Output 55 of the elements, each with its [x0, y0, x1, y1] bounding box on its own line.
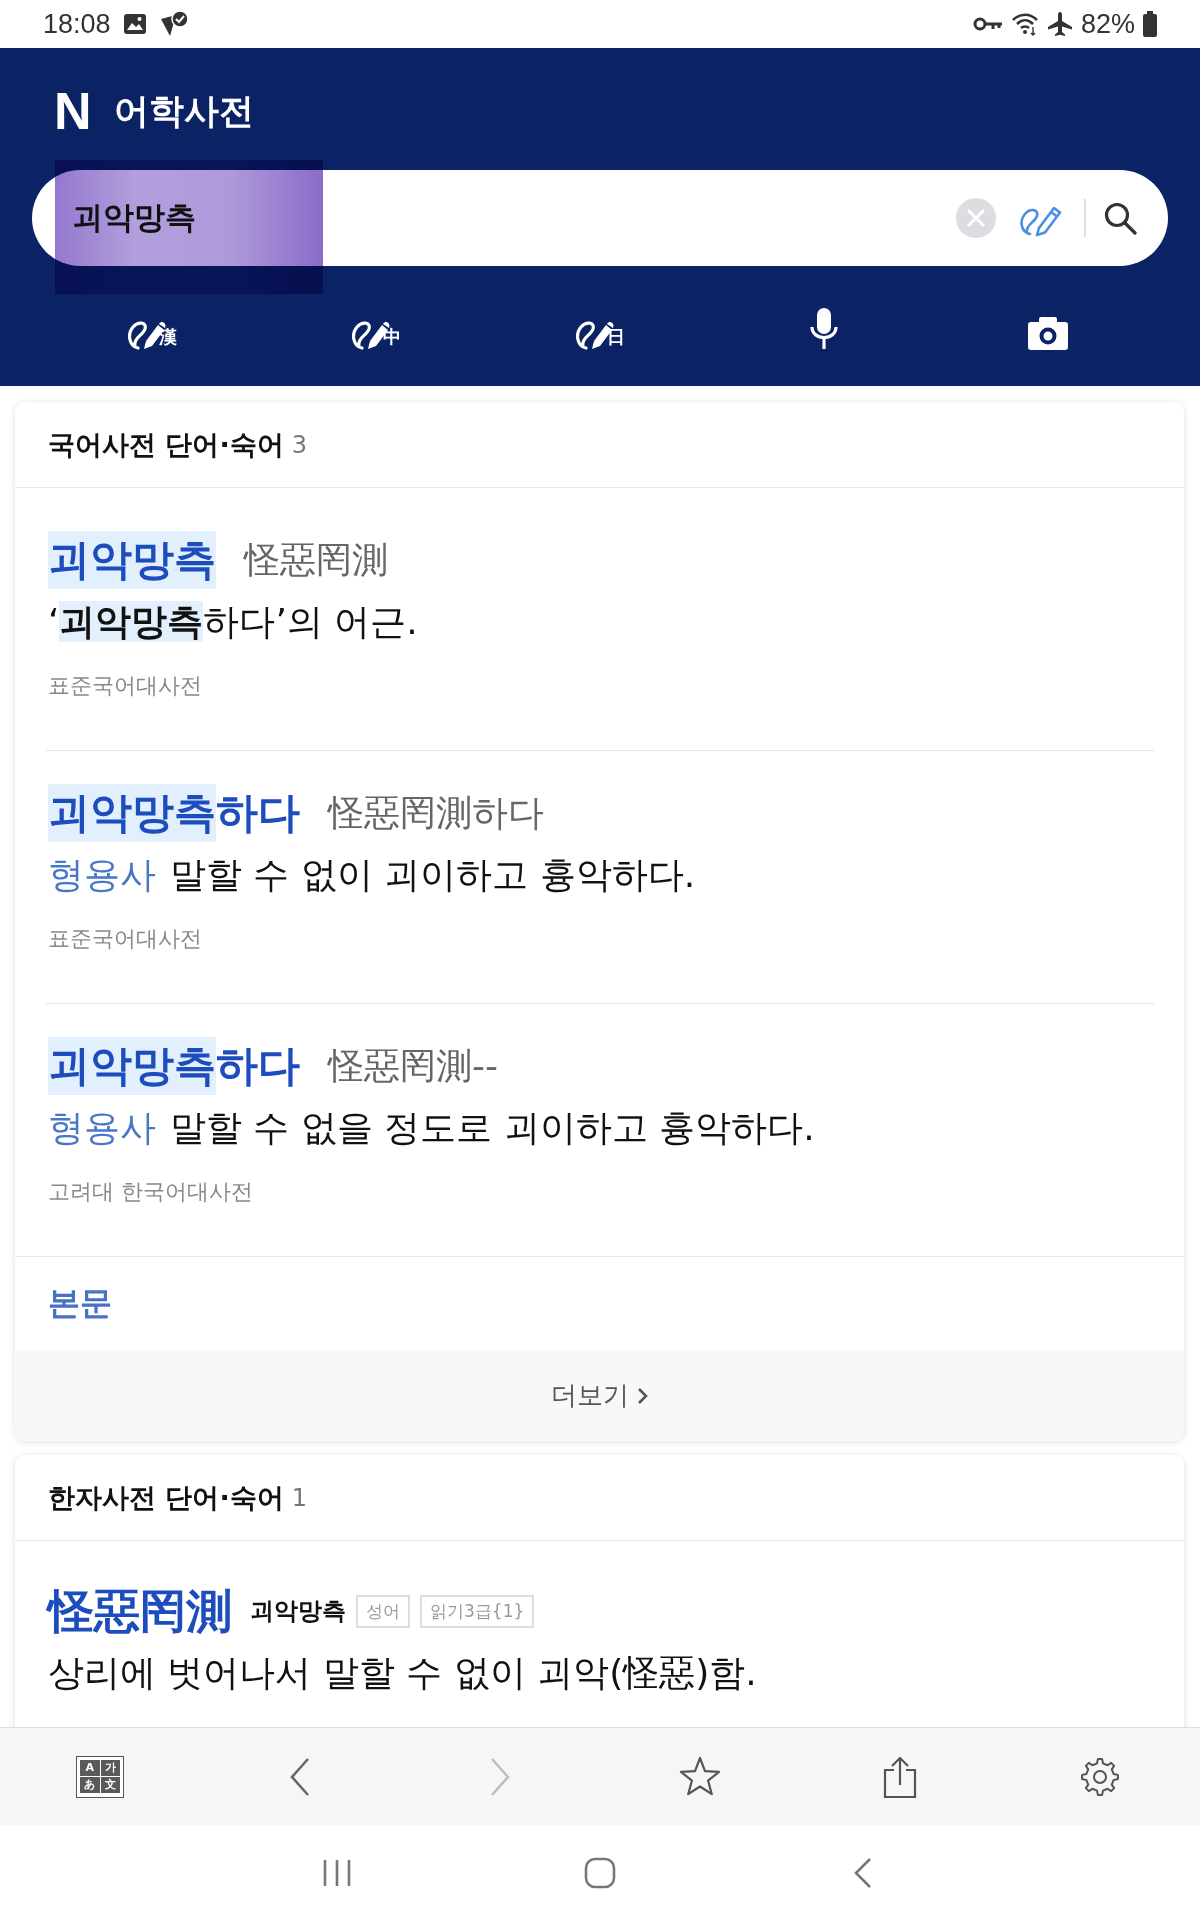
part-of-speech: 형용사 [48, 1105, 156, 1150]
result-count: 3 [291, 430, 307, 459]
body-link[interactable]: 본문 [48, 1281, 112, 1326]
share-icon [881, 1754, 919, 1799]
battery-percentage: 82% [1080, 9, 1135, 39]
headword[interactable]: 怪惡罔測 [48, 1582, 232, 1640]
bookmark-button[interactable] [678, 1755, 722, 1798]
section-title: 국어사전 단어·숙어 [48, 427, 284, 462]
handwriting-button[interactable]: 日 [575, 299, 625, 351]
tag-label: 읽기3급{1} [420, 1594, 535, 1628]
chevron-right-icon [636, 1385, 649, 1406]
chevron-left-icon [289, 1756, 311, 1797]
translate-button[interactable]: A 가 あ 文 [76, 1755, 124, 1798]
logo: N [54, 90, 91, 132]
status-time: 18:08 [43, 9, 111, 39]
chevron-left-icon [853, 1856, 873, 1889]
source-label: 고려대 한국어대사전 [48, 1178, 253, 1206]
tag-label: 성어 [356, 1594, 410, 1628]
hanja-text: 怪惡罔測하다 [328, 790, 544, 835]
headword[interactable]: 괴악망측 [48, 531, 216, 589]
camera-icon [1027, 315, 1069, 351]
section-title: 한자사전 단어·숙어 [48, 1480, 284, 1515]
hanja-text: 怪惡罔測-- [328, 1043, 498, 1088]
recent-apps-icon [322, 1857, 352, 1888]
handwriting-button[interactable]: 中 [351, 299, 401, 351]
definition-text: 말할 수 없이 괴이하고 흉악하다. [170, 852, 696, 897]
definition-text: ‘괴악망측하다’의 어근. [48, 599, 418, 644]
hanja-text: 怪惡罔測 [244, 537, 388, 582]
back-button[interactable] [289, 1756, 311, 1797]
star-icon [678, 1755, 722, 1798]
airplane-icon [1046, 11, 1073, 37]
search-icon [1102, 200, 1138, 236]
part-of-speech: 형용사 [48, 852, 156, 897]
search-input[interactable]: 괴악망측 [72, 193, 956, 243]
reading-text: 괴악망측 [250, 1596, 346, 1627]
settings-button[interactable] [1080, 1756, 1120, 1797]
share-button[interactable] [881, 1754, 919, 1799]
more-button[interactable]: 더보기 [550, 1378, 649, 1413]
result-count: 1 [291, 1483, 307, 1512]
check-badge-icon [158, 10, 189, 38]
battery-icon [1143, 11, 1157, 37]
home-icon [584, 1856, 616, 1889]
search-button[interactable] [1102, 200, 1138, 236]
wifi-icon [1010, 12, 1039, 36]
source-label: 표준국어대사전 [48, 925, 202, 953]
definition-text: 말할 수 없을 정도로 괴이하고 흉악하다. [170, 1105, 815, 1150]
definition-text: 상리에 벗어나서 말할 수 없이 괴악(怪惡)함. [48, 1650, 757, 1695]
settings-icon [1080, 1756, 1120, 1797]
app-title: 어학사전 [113, 90, 254, 132]
chevron-right-icon [489, 1756, 511, 1797]
microphone-icon [809, 307, 839, 351]
source-label: 표준국어대사전 [48, 672, 202, 700]
key-icon [972, 16, 1003, 32]
gallery-icon [122, 13, 147, 35]
clear-icon [956, 198, 996, 238]
